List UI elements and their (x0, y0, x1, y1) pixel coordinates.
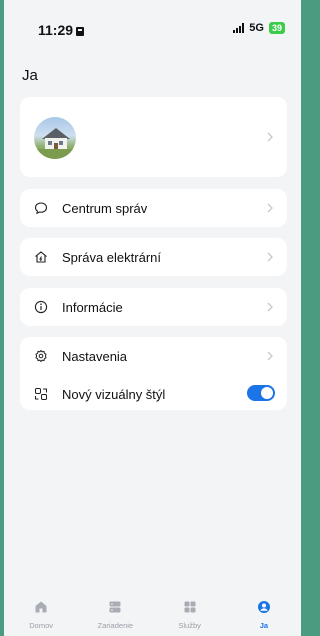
sim-icon (76, 27, 85, 36)
chevron-right-icon (267, 238, 273, 276)
avatar (34, 117, 76, 159)
menu-label: Informácie (62, 299, 123, 315)
tab-sluzby[interactable]: Služby (153, 590, 227, 636)
message-center-card[interactable]: Centrum správ (20, 189, 287, 227)
chat-bubble-icon (34, 202, 48, 215)
style-switch-icon (35, 388, 47, 400)
services-grid-icon (184, 601, 196, 613)
menu-item-sprava-elektrarni[interactable]: Správa elektrární (20, 238, 287, 276)
toggle-knob (261, 387, 273, 399)
home-icon (35, 601, 47, 613)
tab-zariadenie[interactable]: Zariadenie (78, 590, 152, 636)
menu-item-informacie[interactable]: Informácie (20, 288, 287, 326)
chevron-right-icon (267, 189, 273, 227)
settings-card: Nastavenia Nový vizuálny štýl (20, 337, 287, 410)
gear-icon (35, 349, 47, 363)
menu-label: Centrum správ (62, 200, 148, 216)
visual-style-toggle[interactable] (247, 385, 275, 401)
tab-domov[interactable]: Domov (4, 590, 78, 636)
chevron-right-icon (267, 97, 273, 177)
profile-card[interactable] (20, 97, 287, 177)
chevron-right-icon (267, 288, 273, 326)
menu-label: Nový vizuálny štýl (62, 386, 166, 402)
menu-label: Správa elektrární (62, 249, 161, 265)
device-icon (109, 601, 121, 613)
info-card[interactable]: Informácie (20, 288, 287, 326)
chevron-right-icon (267, 337, 273, 375)
page-title: Ja (22, 67, 38, 84)
status-bar: 11:29 5G 39 (4, 0, 301, 44)
app-screen: 11:29 5G 39 Ja Centrum správ Správa elek… (4, 0, 301, 636)
menu-item-centrum-sprav[interactable]: Centrum správ (20, 189, 287, 227)
status-right: 5G 39 (233, 22, 285, 34)
menu-item-novy-vizualny-styl: Nový vizuálny štýl (20, 375, 287, 413)
profile-icon (257, 601, 270, 613)
battery-icon: 39 (268, 22, 285, 34)
home-energy-icon (35, 251, 47, 263)
tab-ja[interactable]: Ja (227, 590, 301, 636)
house-image (34, 128, 76, 159)
tab-label: Ja (259, 621, 269, 630)
signal-icon (233, 23, 245, 33)
tab-label: Domov (29, 621, 53, 630)
info-icon (34, 300, 48, 314)
tab-label: Zariadenie (97, 621, 134, 630)
time-text: 11:29 (38, 22, 74, 38)
bottom-tab-bar: Domov Zariadenie Služby Ja (4, 590, 301, 636)
menu-label: Nastavenia (62, 348, 128, 364)
status-time: 11:29 (38, 22, 85, 38)
plant-management-card[interactable]: Správa elektrární (20, 238, 287, 276)
tab-label: Služby (178, 621, 201, 630)
network-type: 5G (249, 22, 264, 34)
menu-item-nastavenia[interactable]: Nastavenia (20, 337, 287, 375)
